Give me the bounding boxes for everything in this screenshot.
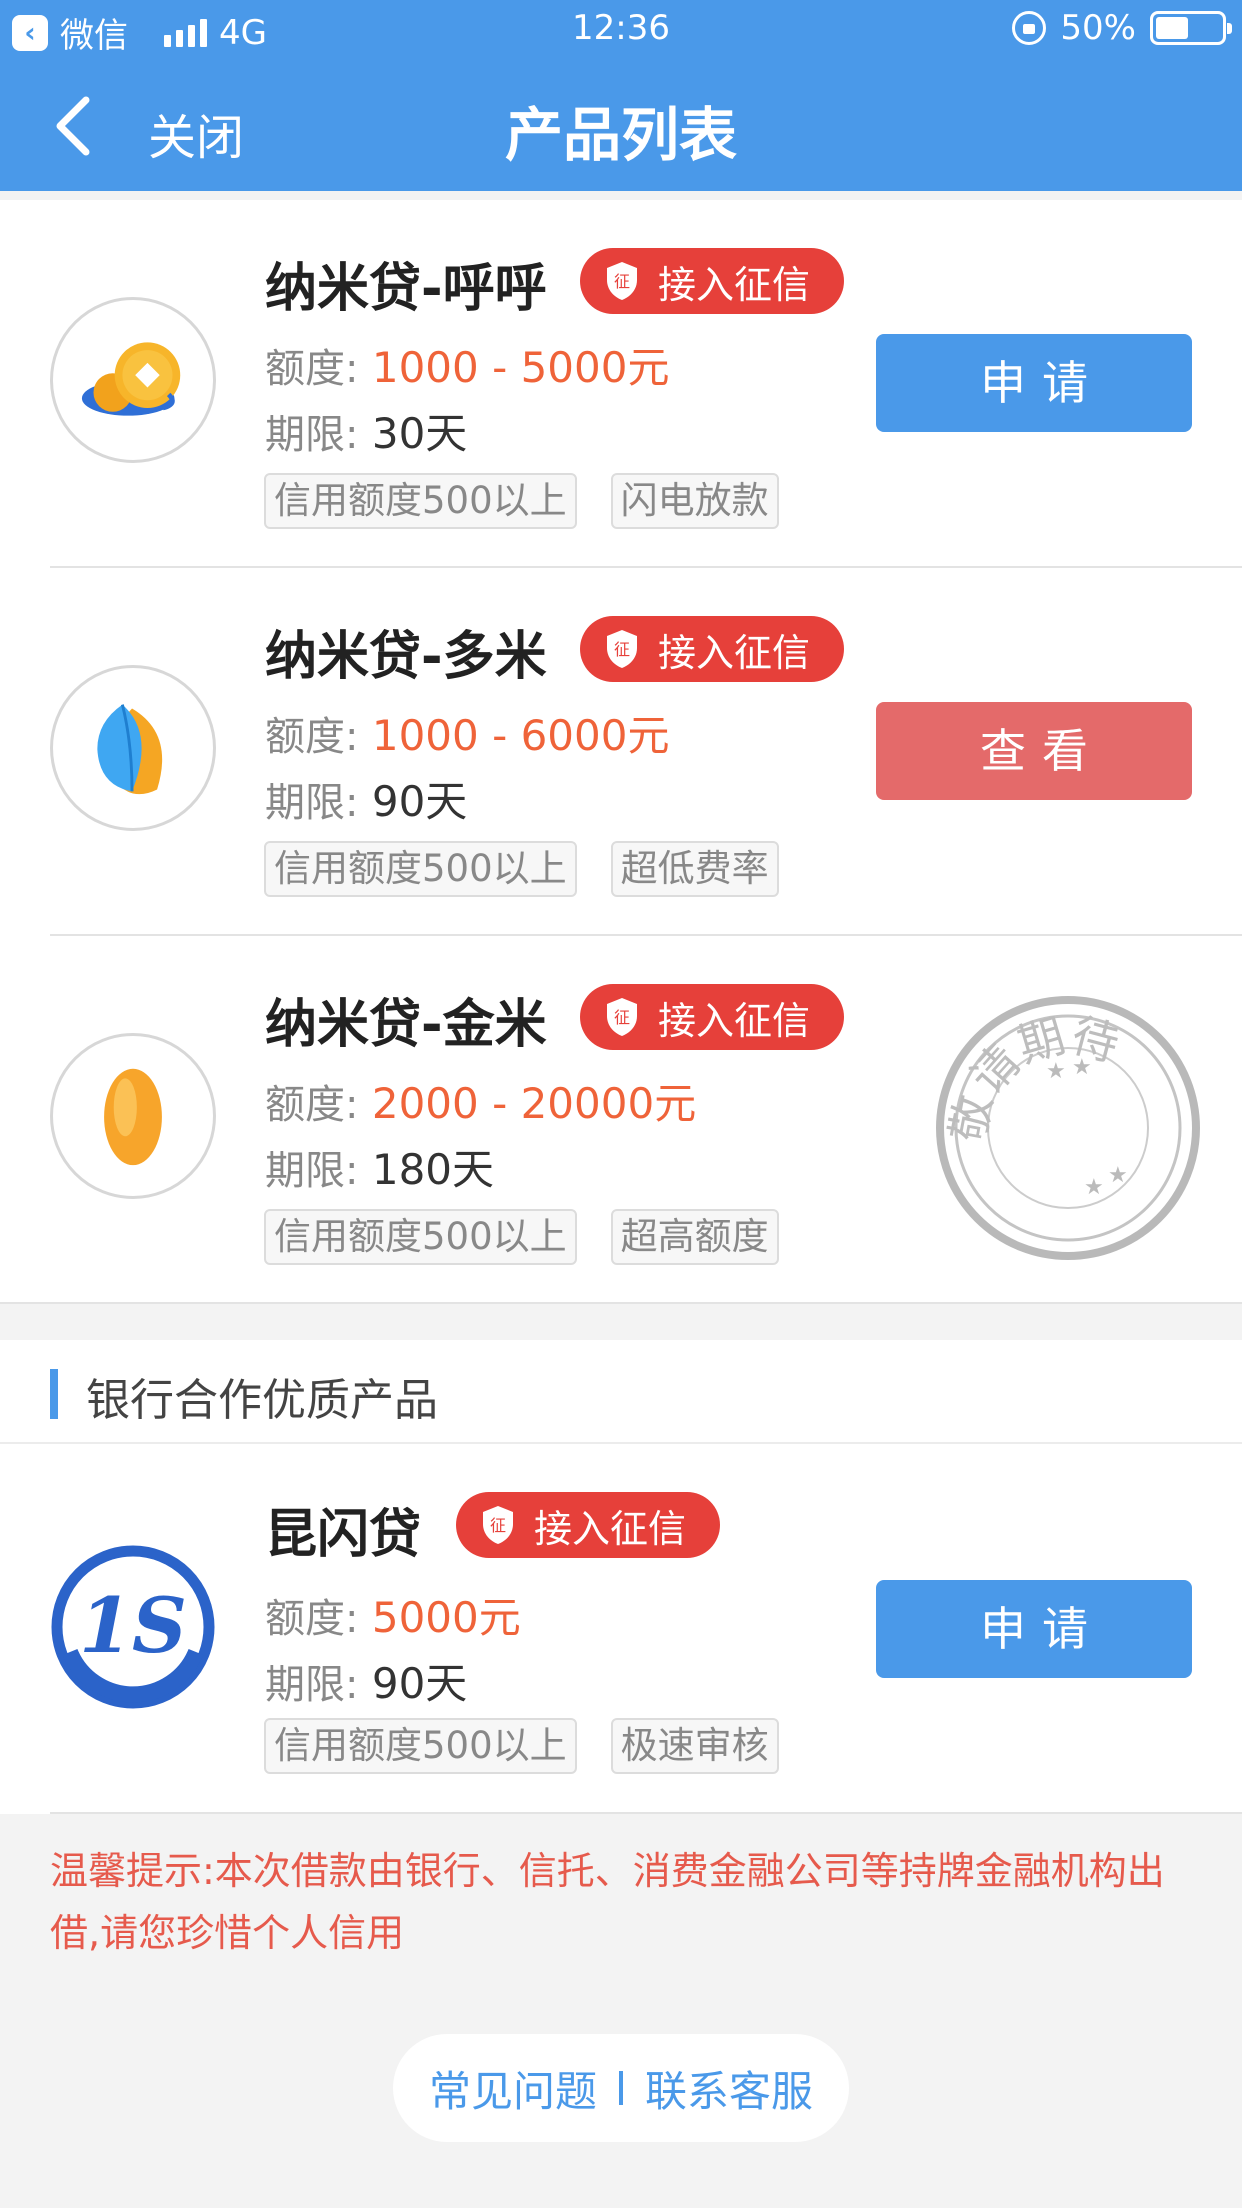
term-label: 期限: (265, 1148, 359, 1194)
amount-label: 额度: (265, 1082, 359, 1128)
rotation-lock-icon (1012, 11, 1047, 45)
shield-icon: 征 (607, 262, 637, 300)
battery-percent: 50% (1060, 8, 1136, 48)
app-header: ‹ 微信 4G 12:36 50% 关闭 产品列表 (0, 0, 1242, 191)
tag-list: 信用额度500以上 闪电放款 (264, 473, 779, 529)
credit-badge-label: 接入征信 (658, 998, 811, 1043)
term-row: 期限: 180天 (265, 1136, 494, 1197)
tag: 信用额度500以上 (264, 1209, 577, 1265)
tag-list: 信用额度500以上 极速审核 (264, 1718, 779, 1774)
svg-text:★: ★ (1046, 1059, 1066, 1084)
product-name: 纳米贷-多米 (265, 627, 547, 687)
credit-badge: 征 接入征信 (456, 1492, 720, 1558)
coming-soon-stamp: 敬请期待 ★ ★ ★ ★ (936, 996, 1200, 1260)
section-title: 银行合作优质产品 (86, 1375, 438, 1426)
amount-row: 额度: 5000元 (265, 1584, 521, 1645)
amount-label: 额度: (265, 714, 359, 760)
credit-badge-label: 接入征信 (658, 262, 811, 307)
product-name: 纳米贷-呼呼 (265, 259, 547, 319)
amount-row: 额度: 1000 - 5000元 (265, 334, 669, 395)
svg-text:征: 征 (614, 1008, 630, 1027)
amount-value: 1000 - 5000元 (371, 343, 670, 392)
credit-badge-label: 接入征信 (658, 630, 811, 675)
bank-product-card: 1S 昆闪贷 征 接入征信 额度: 5000元 期限: 90天 信用额度500以… (0, 1444, 1242, 1814)
svg-text:征: 征 (614, 272, 630, 291)
battery-icon (1150, 11, 1232, 45)
page-title: 产品列表 (504, 101, 737, 169)
logo-text: 1S (79, 1581, 187, 1670)
kunshan-logo-icon: 1S (50, 1544, 216, 1710)
view-button[interactable]: 查看 (876, 702, 1192, 800)
tag-list: 信用额度500以上 超高额度 (264, 1209, 779, 1265)
svg-text:征: 征 (490, 1516, 506, 1535)
tag: 超高额度 (610, 1209, 779, 1265)
term-label: 期限: (265, 1662, 359, 1708)
term-label: 期限: (265, 780, 359, 826)
amount-value: 2000 - 20000元 (371, 1079, 697, 1128)
help-links: 常见问题 联系客服 (393, 2034, 849, 2142)
tag: 极速审核 (610, 1718, 779, 1774)
amount-label: 额度: (265, 1596, 359, 1642)
rice-grain-icon (50, 1033, 216, 1199)
divider (50, 1812, 1242, 1814)
shield-icon: 征 (483, 1506, 513, 1544)
term-value: 90天 (371, 1659, 468, 1708)
credit-badge-label: 接入征信 (534, 1506, 687, 1551)
tag: 信用额度500以上 (264, 473, 577, 529)
amount-label: 额度: (265, 346, 359, 392)
status-bar: ‹ 微信 4G 12:36 50% (0, 0, 1242, 62)
amount-row: 额度: 1000 - 6000元 (265, 702, 669, 763)
term-row: 期限: 90天 (265, 1650, 467, 1711)
tag-list: 信用额度500以上 超低费率 (264, 841, 779, 897)
product-card: 纳米贷-呼呼 征 接入征信 额度: 1000 - 5000元 期限: 30天 信… (0, 200, 1242, 568)
product-name: 昆闪贷 (265, 1505, 422, 1565)
svg-text:★: ★ (1072, 1055, 1092, 1080)
tag: 超低费率 (610, 841, 779, 897)
shield-icon: 征 (607, 998, 637, 1036)
amount-value: 5000元 (371, 1593, 521, 1642)
credit-badge: 征 接入征信 (580, 248, 844, 314)
contact-service-link[interactable]: 联系客服 (645, 2058, 813, 2119)
term-row: 期限: 30天 (265, 400, 467, 461)
section-accent (50, 1369, 58, 1419)
divider (0, 1302, 1242, 1304)
separator (619, 2071, 623, 2105)
term-label: 期限: (265, 412, 359, 458)
apply-button[interactable]: 申请 (876, 1580, 1192, 1678)
coin-icon (50, 297, 216, 463)
term-value: 30天 (371, 409, 468, 458)
leaf-icon (50, 665, 216, 831)
credit-badge: 征 接入征信 (580, 984, 844, 1050)
credit-badge: 征 接入征信 (580, 616, 844, 682)
term-value: 90天 (371, 777, 468, 826)
warm-notice: 温馨提示:本次借款由银行、信托、消费金融公司等持牌金融机构出借,请您珍惜个人信用 (50, 1849, 1165, 1955)
product-card: 纳米贷-多米 征 接入征信 额度: 1000 - 6000元 期限: 90天 信… (0, 568, 1242, 936)
tag: 信用额度500以上 (264, 1718, 577, 1774)
svg-text:征: 征 (614, 640, 630, 659)
nav-bar: 关闭 产品列表 (0, 62, 1242, 191)
product-card: 纳米贷-金米 征 接入征信 额度: 2000 - 20000元 期限: 180天… (0, 936, 1242, 1304)
term-row: 期限: 90天 (265, 768, 467, 829)
tag: 信用额度500以上 (264, 841, 577, 897)
apply-button[interactable]: 申请 (876, 334, 1192, 432)
term-value: 180天 (371, 1145, 495, 1194)
amount-row: 额度: 2000 - 20000元 (265, 1070, 696, 1131)
section-header: 银行合作优质产品 (0, 1340, 1242, 1444)
tag: 闪电放款 (610, 473, 779, 529)
faq-link[interactable]: 常见问题 (429, 2058, 597, 2119)
svg-text:★: ★ (1108, 1163, 1128, 1188)
svg-text:★: ★ (1084, 1175, 1104, 1200)
shield-icon: 征 (607, 630, 637, 668)
amount-value: 1000 - 6000元 (371, 711, 670, 760)
product-name: 纳米贷-金米 (265, 995, 547, 1055)
